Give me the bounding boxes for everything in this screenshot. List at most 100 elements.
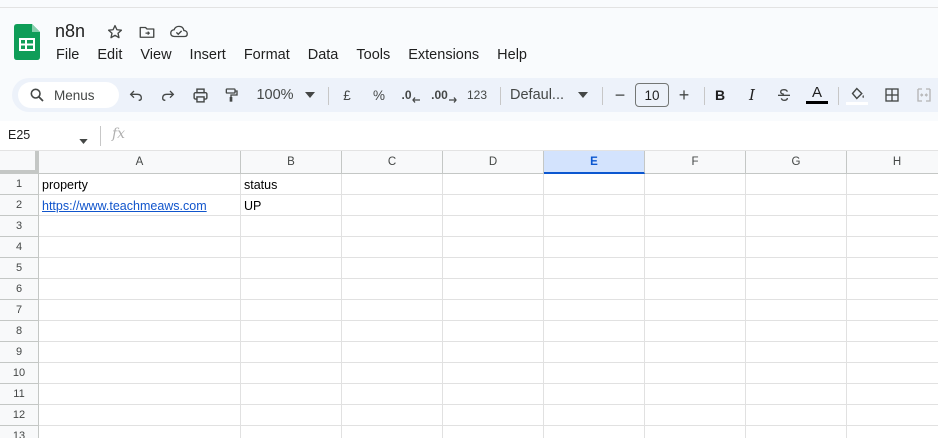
zoom-dropdown-icon[interactable] bbox=[302, 78, 318, 112]
more-formats-button[interactable]: 123 bbox=[464, 78, 490, 112]
menu-format[interactable]: Format bbox=[235, 45, 299, 65]
cell-c11[interactable] bbox=[342, 384, 443, 405]
row-header-8[interactable]: 8 bbox=[0, 321, 39, 342]
cell-a8[interactable] bbox=[39, 321, 241, 342]
fill-color-button[interactable] bbox=[845, 78, 869, 112]
cell-g4[interactable] bbox=[746, 237, 847, 258]
cell-e9[interactable] bbox=[544, 342, 645, 363]
cell-f8[interactable] bbox=[645, 321, 746, 342]
paint-format-icon[interactable] bbox=[220, 78, 242, 112]
cell-e4[interactable] bbox=[544, 237, 645, 258]
cell-e6[interactable] bbox=[544, 279, 645, 300]
cell-d2[interactable] bbox=[443, 195, 544, 216]
cell-a7[interactable] bbox=[39, 300, 241, 321]
menu-file[interactable]: File bbox=[47, 45, 88, 65]
cell-g1[interactable] bbox=[746, 174, 847, 195]
cell-d4[interactable] bbox=[443, 237, 544, 258]
font-dropdown-icon[interactable] bbox=[576, 78, 590, 112]
cell-h7[interactable] bbox=[847, 300, 938, 321]
column-header-d[interactable]: D bbox=[443, 151, 544, 174]
cell-c6[interactable] bbox=[342, 279, 443, 300]
row-header-1[interactable]: 1 bbox=[0, 174, 39, 195]
cell-b5[interactable] bbox=[241, 258, 342, 279]
cell-d9[interactable] bbox=[443, 342, 544, 363]
cell-d8[interactable] bbox=[443, 321, 544, 342]
cell-f3[interactable] bbox=[645, 216, 746, 237]
cell-b3[interactable] bbox=[241, 216, 342, 237]
row-header-11[interactable]: 11 bbox=[0, 384, 39, 405]
cell-a4[interactable] bbox=[39, 237, 241, 258]
cell-e10[interactable] bbox=[544, 363, 645, 384]
font-select[interactable]: Defaul... bbox=[510, 78, 568, 112]
menu-data[interactable]: Data bbox=[299, 45, 348, 65]
cell-b13[interactable] bbox=[241, 426, 342, 438]
menu-insert[interactable]: Insert bbox=[181, 45, 235, 65]
cell-b9[interactable] bbox=[241, 342, 342, 363]
star-icon[interactable] bbox=[104, 22, 126, 42]
cell-e8[interactable] bbox=[544, 321, 645, 342]
cell-a6[interactable] bbox=[39, 279, 241, 300]
column-header-f[interactable]: F bbox=[645, 151, 746, 174]
cell-f9[interactable] bbox=[645, 342, 746, 363]
cell-h6[interactable] bbox=[847, 279, 938, 300]
cell-c7[interactable] bbox=[342, 300, 443, 321]
cell-e12[interactable] bbox=[544, 405, 645, 426]
currency-format-button[interactable]: £ bbox=[338, 78, 356, 112]
cell-e5[interactable] bbox=[544, 258, 645, 279]
cell-h1[interactable] bbox=[847, 174, 938, 195]
cell-f11[interactable] bbox=[645, 384, 746, 405]
cell-c4[interactable] bbox=[342, 237, 443, 258]
cell-d10[interactable] bbox=[443, 363, 544, 384]
cell-c9[interactable] bbox=[342, 342, 443, 363]
cell-h8[interactable] bbox=[847, 321, 938, 342]
cell-c12[interactable] bbox=[342, 405, 443, 426]
cell-b10[interactable] bbox=[241, 363, 342, 384]
bold-button[interactable]: B bbox=[710, 78, 730, 112]
cell-g8[interactable] bbox=[746, 321, 847, 342]
cell-b7[interactable] bbox=[241, 300, 342, 321]
cell-a2[interactable]: https://www.teachmeaws.com bbox=[39, 195, 241, 216]
row-header-9[interactable]: 9 bbox=[0, 342, 39, 363]
row-header-4[interactable]: 4 bbox=[0, 237, 39, 258]
cell-e13[interactable] bbox=[544, 426, 645, 438]
document-title[interactable]: n8n bbox=[55, 21, 85, 42]
cell-g10[interactable] bbox=[746, 363, 847, 384]
column-header-h[interactable]: H bbox=[847, 151, 938, 174]
row-header-6[interactable]: 6 bbox=[0, 279, 39, 300]
cell-c8[interactable] bbox=[342, 321, 443, 342]
cell-h13[interactable] bbox=[847, 426, 938, 438]
cell-h3[interactable] bbox=[847, 216, 938, 237]
menu-help[interactable]: Help bbox=[488, 45, 536, 65]
cell-d3[interactable] bbox=[443, 216, 544, 237]
cell-d1[interactable] bbox=[443, 174, 544, 195]
column-header-g[interactable]: G bbox=[746, 151, 847, 174]
cell-b12[interactable] bbox=[241, 405, 342, 426]
cell-g13[interactable] bbox=[746, 426, 847, 438]
increase-font-size-button[interactable]: + bbox=[674, 78, 694, 112]
sheets-logo-icon[interactable] bbox=[14, 24, 40, 60]
cell-f13[interactable] bbox=[645, 426, 746, 438]
redo-icon[interactable] bbox=[157, 78, 179, 112]
zoom-select[interactable]: 100% bbox=[252, 78, 298, 112]
decrease-font-size-button[interactable]: − bbox=[610, 78, 630, 112]
cell-d5[interactable] bbox=[443, 258, 544, 279]
cell-e11[interactable] bbox=[544, 384, 645, 405]
cell-g5[interactable] bbox=[746, 258, 847, 279]
print-icon[interactable] bbox=[188, 78, 212, 112]
cell-e7[interactable] bbox=[544, 300, 645, 321]
cell-b11[interactable] bbox=[241, 384, 342, 405]
font-size-input[interactable]: 10 bbox=[635, 83, 669, 107]
name-box[interactable]: E25 bbox=[8, 128, 30, 142]
cell-f7[interactable] bbox=[645, 300, 746, 321]
column-header-e[interactable]: E bbox=[544, 151, 645, 174]
menu-edit[interactable]: Edit bbox=[88, 45, 131, 65]
menu-tools[interactable]: Tools bbox=[347, 45, 399, 65]
cell-a3[interactable] bbox=[39, 216, 241, 237]
cell-d11[interactable] bbox=[443, 384, 544, 405]
cell-h9[interactable] bbox=[847, 342, 938, 363]
merge-cells-icon[interactable] bbox=[912, 78, 936, 112]
italic-button[interactable]: I bbox=[742, 78, 762, 112]
cell-c3[interactable] bbox=[342, 216, 443, 237]
cell-b2[interactable]: UP bbox=[241, 195, 342, 216]
cloud-saved-icon[interactable] bbox=[168, 22, 190, 42]
